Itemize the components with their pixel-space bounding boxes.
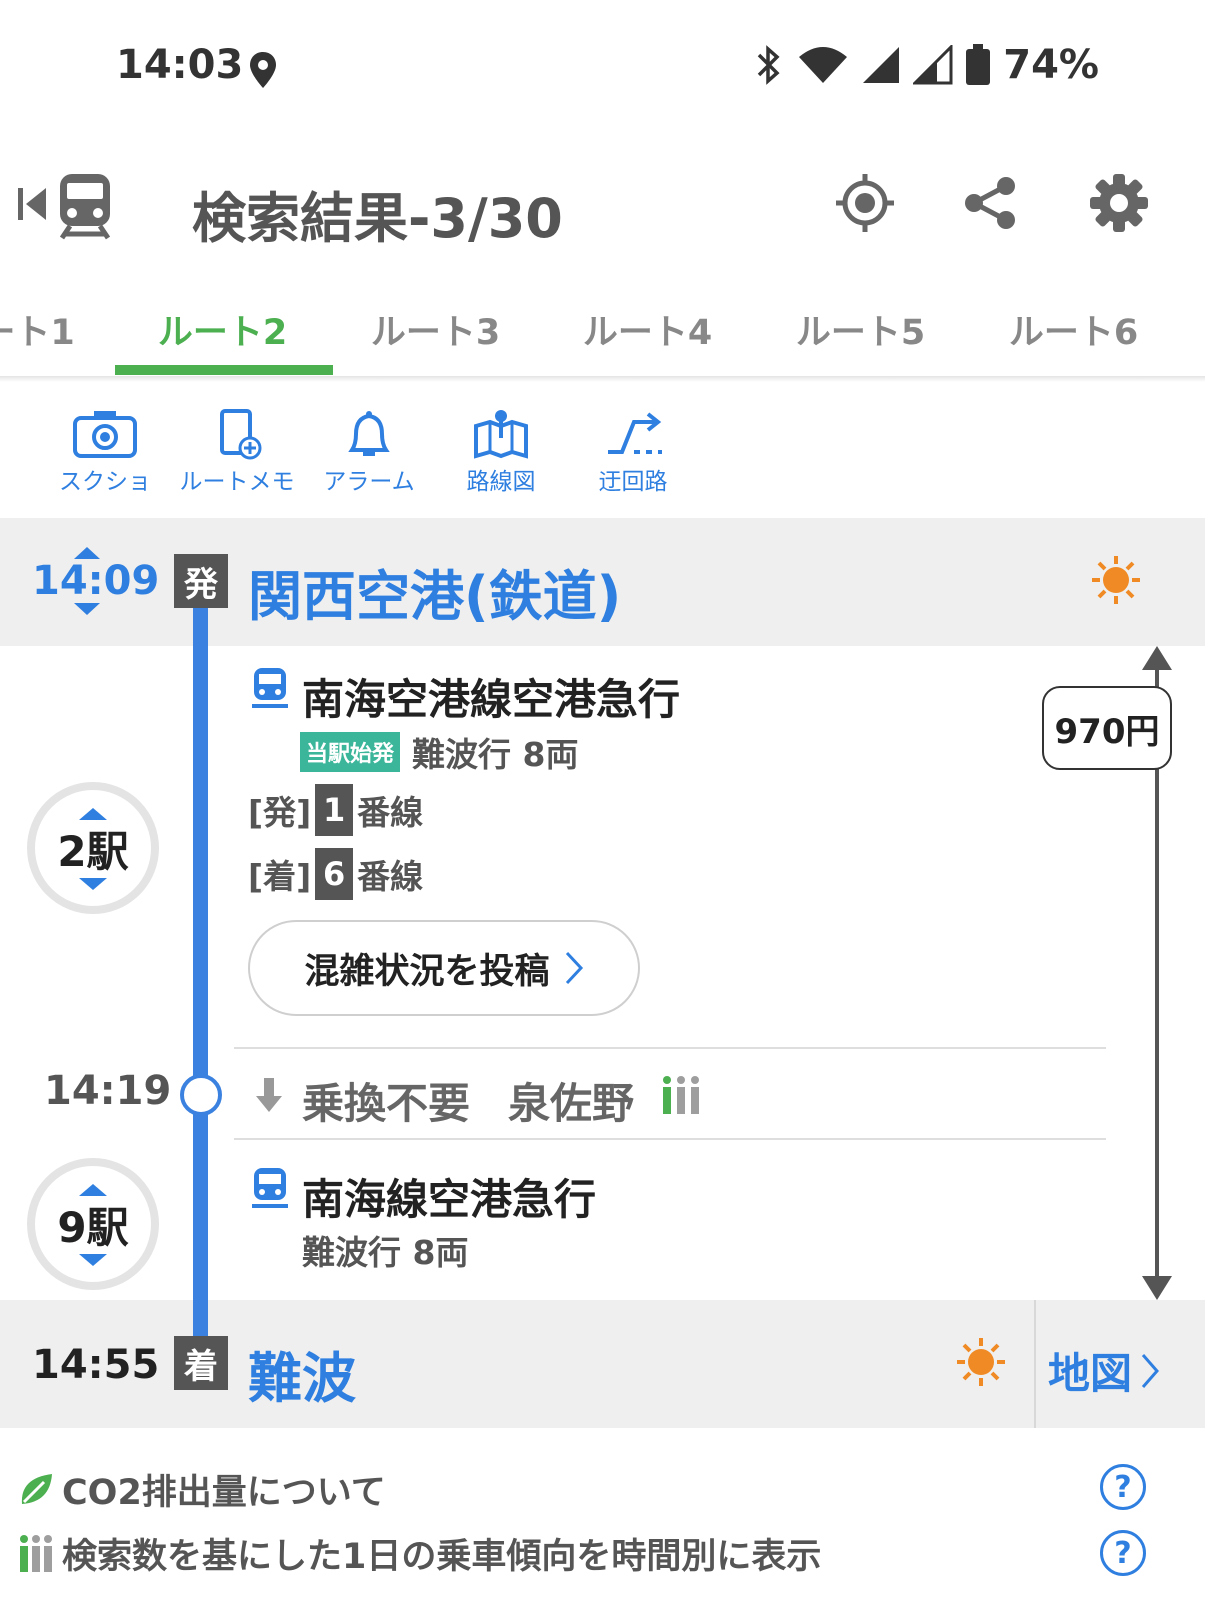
- battery-percent: 74%: [1003, 42, 1099, 88]
- sun-weather-icon: [1092, 556, 1140, 604]
- tab-route-2[interactable]: ルート2: [115, 304, 330, 355]
- alarm-label: アラーム: [323, 469, 415, 495]
- signal-icon: [863, 47, 900, 83]
- map-pin-icon: [474, 410, 528, 459]
- tabs-divider: [0, 376, 1205, 382]
- co2-info-label: CO2排出量について: [62, 1473, 386, 1513]
- train-icon: [252, 668, 288, 708]
- help-icon[interactable]: ?: [1100, 1530, 1146, 1576]
- origin-station-badge: 当駅始発: [300, 732, 401, 772]
- expand-stops-icon: [79, 808, 107, 890]
- signal-icon: [913, 45, 953, 85]
- departure-track-prefix: [発]: [248, 793, 312, 832]
- chevron-right-icon: [1141, 1353, 1160, 1388]
- arrival-track-suffix: 番線: [357, 857, 424, 896]
- transfer-label: 乗換不要: [302, 1079, 471, 1128]
- transfer-divider-top: [234, 1047, 1106, 1049]
- sun-weather-icon: [957, 1338, 1005, 1386]
- detour-icon: [608, 412, 662, 454]
- memo-add-icon: [220, 409, 262, 460]
- current-location-icon[interactable]: [834, 172, 896, 234]
- map-link[interactable]: 地図: [1048, 1340, 1160, 1401]
- transfer-divider-bottom: [234, 1138, 1106, 1140]
- leaf-icon: [21, 1473, 52, 1504]
- screenshot-label: スクショ: [59, 469, 151, 495]
- transfer-station[interactable]: 泉佐野: [508, 1070, 634, 1131]
- train-icon[interactable]: [56, 170, 114, 240]
- route-map-label: 路線図: [466, 469, 536, 495]
- active-tab-indicator: [115, 365, 333, 375]
- transfer-info: 乗換不要 泉佐野: [302, 1070, 634, 1131]
- trend-info-label: 検索数を基にした1日の乗車傾向を時間別に表示: [62, 1537, 822, 1577]
- tab-route-5[interactable]: ルート5: [753, 304, 968, 355]
- route-tabs: ート1 ルート2 ルート3 ルート4 ルート5 ルート6: [0, 280, 1205, 378]
- battery-icon: [966, 44, 991, 85]
- detour-label: 迂回路: [598, 469, 668, 495]
- departure-track-row: [発] 1 番線: [248, 784, 423, 836]
- fare-badge: 970円: [1042, 686, 1172, 770]
- arrival-badge: 着: [174, 1336, 228, 1390]
- page-title: 検索結果-3/30: [192, 187, 563, 250]
- route-memo-button[interactable]: ルートメモ: [172, 408, 302, 496]
- departure-badge: 発: [174, 554, 228, 608]
- transfer-time: 14:19: [44, 1068, 172, 1114]
- arrival-time: 14:55: [32, 1342, 160, 1388]
- ridership-trend-icon: [20, 1534, 52, 1572]
- bluetooth-icon: [758, 45, 780, 85]
- camera-icon: [73, 411, 137, 458]
- bell-icon: [348, 411, 390, 456]
- detour-button[interactable]: 迂回路: [568, 408, 698, 496]
- screenshot-button[interactable]: スクショ: [40, 408, 170, 496]
- location-icon: [250, 52, 276, 88]
- help-icon[interactable]: ?: [1100, 1464, 1146, 1510]
- departure-time: 14:09: [32, 558, 160, 604]
- train-icon: [252, 1168, 288, 1208]
- arrow-down-icon: [256, 1078, 282, 1112]
- leg2-train-name[interactable]: 南海線空港急行: [302, 1166, 596, 1227]
- leg1-train-name[interactable]: 南海空港線空港急行: [302, 666, 680, 727]
- arrival-track-number: 6: [315, 848, 354, 900]
- expand-stops-icon: [79, 1184, 107, 1266]
- leg2-destination: 難波行 8両: [302, 1233, 469, 1272]
- departure-station[interactable]: 関西空港(鉄道): [248, 552, 621, 631]
- status-icons: 74%: [751, 42, 1099, 88]
- route-map-button[interactable]: 路線図: [436, 408, 566, 496]
- map-link-divider: [1034, 1300, 1036, 1428]
- tab-route-6[interactable]: ルート6: [966, 304, 1181, 355]
- ridership-trend-icon[interactable]: [660, 1074, 702, 1116]
- alarm-button[interactable]: アラーム: [304, 408, 434, 496]
- map-link-label: 地図: [1048, 1349, 1133, 1398]
- transfer-node: [180, 1074, 222, 1116]
- post-congestion-button[interactable]: 混雑状況を投稿: [248, 920, 640, 1016]
- arrival-track-prefix: [着]: [248, 857, 312, 896]
- settings-gear-icon[interactable]: [1088, 172, 1150, 234]
- departure-track-suffix: 番線: [357, 793, 424, 832]
- leg1-destination-row: 当駅始発 難波行 8両: [300, 728, 578, 776]
- status-time: 14:03: [116, 42, 244, 88]
- first-page-icon[interactable]: [16, 186, 50, 222]
- wifi-icon: [799, 47, 848, 83]
- departure-track-number: 1: [315, 784, 354, 836]
- arrival-track-row: [着] 6 番線: [248, 848, 423, 900]
- route-memo-label: ルートメモ: [179, 469, 295, 495]
- trend-info-row[interactable]: 検索数を基にした1日の乗車傾向を時間別に表示: [18, 1528, 821, 1579]
- share-icon[interactable]: [962, 174, 1020, 232]
- leg1-destination: 難波行 8両: [412, 735, 579, 774]
- arrival-station[interactable]: 難波: [248, 1334, 356, 1413]
- chevron-right-icon: [565, 951, 583, 985]
- tab-route-3[interactable]: ルート3: [328, 304, 543, 355]
- tab-route-4[interactable]: ルート4: [540, 304, 755, 355]
- post-congestion-label: 混雑状況を投稿: [304, 951, 550, 992]
- co2-info-row[interactable]: CO2排出量について: [18, 1464, 386, 1515]
- route-line-end: [193, 1300, 208, 1338]
- route-line: [193, 608, 208, 1338]
